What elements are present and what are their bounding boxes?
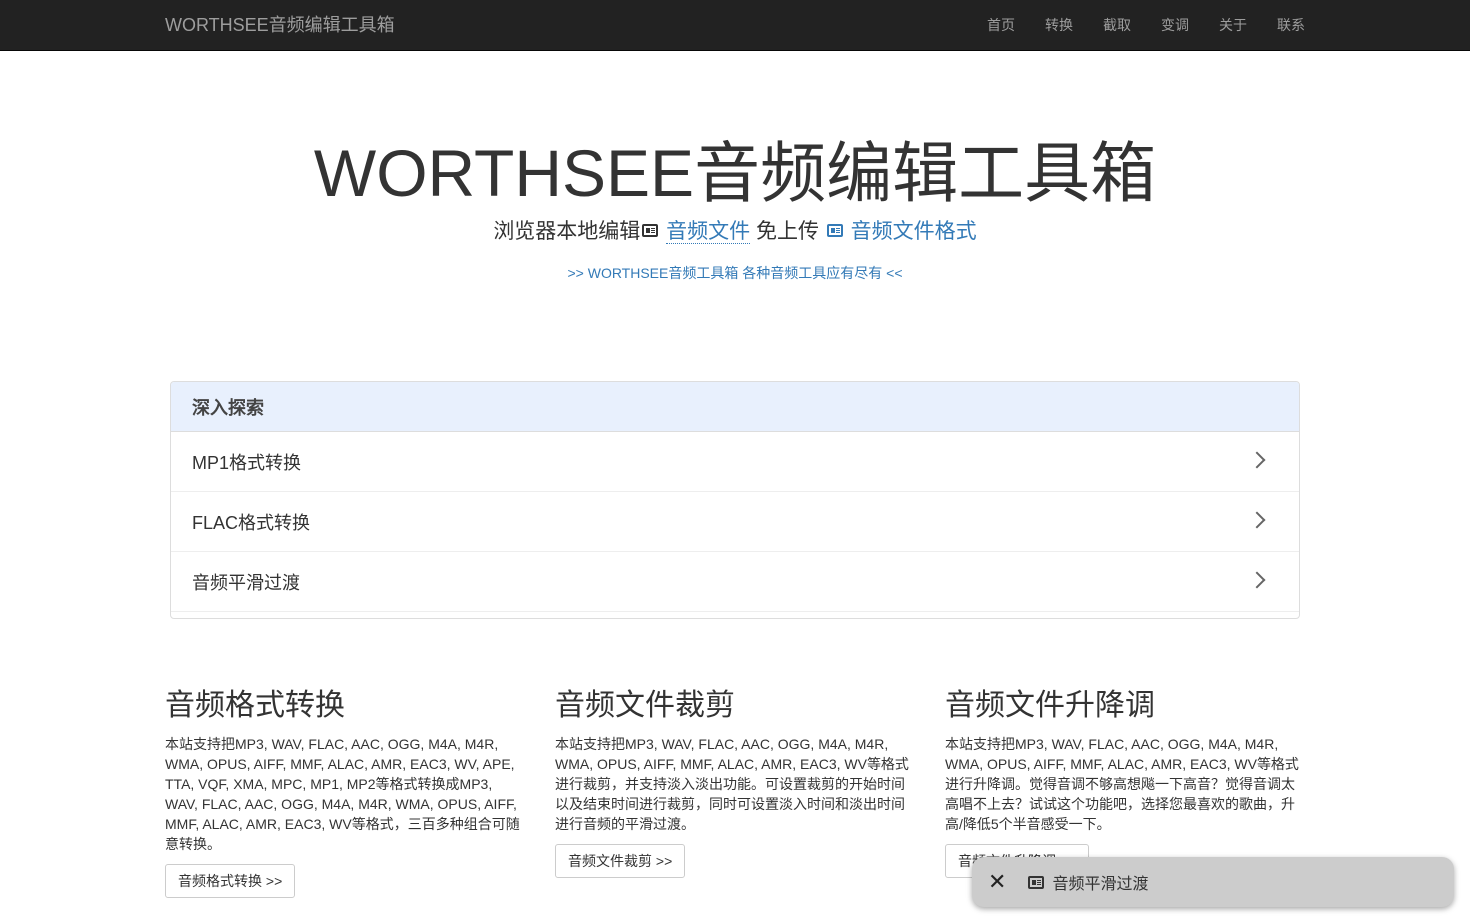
explore-item-label: 音频平滑过渡 xyxy=(192,572,300,593)
explore-panel-title: 深入探索 xyxy=(171,382,1299,432)
nav-link-about[interactable]: 关于 xyxy=(1219,15,1247,35)
feature-pitch-shift: 音频文件升降调 本站支持把MP3, WAV, FLAC, AAC, OGG, M… xyxy=(945,688,1305,878)
explore-item-mp1[interactable]: MP1格式转换 xyxy=(171,432,1299,492)
audio-format-link[interactable]: 音频文件格式 xyxy=(851,220,977,243)
navbar-brand[interactable]: WORTHSEE音频编辑工具箱 xyxy=(165,14,395,36)
feature-format-convert: 音频格式转换 本站支持把MP3, WAV, FLAC, AAC, OGG, M4… xyxy=(165,688,525,898)
audio-file-link[interactable]: 音频文件 xyxy=(666,220,751,244)
chevron-right-icon xyxy=(1248,511,1266,529)
nav-link-pitch[interactable]: 变调 xyxy=(1161,15,1189,35)
format-convert-button[interactable]: 音频格式转换 >> xyxy=(165,864,296,898)
explore-panel: 深入探索 MP1格式转换 FLAC格式转换 音频平滑过渡 xyxy=(170,381,1300,619)
feature-audio-cut: 音频文件裁剪 本站支持把MP3, WAV, FLAC, AAC, OGG, M4… xyxy=(555,688,915,878)
document-icon xyxy=(826,223,843,237)
feature-description: 本站支持把MP3, WAV, FLAC, AAC, OGG, M4A, M4R,… xyxy=(945,736,1299,832)
nav-link-contact[interactable]: 联系 xyxy=(1277,15,1305,35)
toast-notification[interactable]: ✕ 音频平滑过渡 xyxy=(972,857,1454,907)
nav-link-home[interactable]: 首页 xyxy=(987,15,1015,35)
feature-description: 本站支持把MP3, WAV, FLAC, AAC, OGG, M4A, M4R,… xyxy=(555,736,909,832)
top-navbar: WORTHSEE音频编辑工具箱 首页 转换 截取 变调 关于 联系 xyxy=(0,0,1470,51)
feature-title: 音频文件裁剪 xyxy=(555,689,735,722)
explore-item-label: MP1格式转换 xyxy=(192,452,302,473)
chevron-right-icon xyxy=(1248,451,1266,469)
document-icon xyxy=(642,223,659,237)
subtitle-middle: 免上传 xyxy=(750,220,825,243)
feature-title: 音频格式转换 xyxy=(165,689,345,722)
audio-cut-button[interactable]: 音频文件裁剪 >> xyxy=(555,844,686,878)
hero-subtitle: 浏览器本地编辑 音频文件 免上传 音频文件格式 xyxy=(0,216,1470,248)
nav-link-convert[interactable]: 转换 xyxy=(1045,15,1073,35)
document-icon xyxy=(1028,875,1045,889)
subtitle-prefix: 浏览器本地编辑 xyxy=(493,220,641,243)
feature-title: 音频文件升降调 xyxy=(945,689,1155,722)
explore-item-flac[interactable]: FLAC格式转换 xyxy=(171,492,1299,552)
chevron-right-icon xyxy=(1248,571,1266,589)
nav-links: 首页 转换 截取 变调 关于 联系 xyxy=(987,0,1305,50)
feature-description: 本站支持把MP3, WAV, FLAC, AAC, OGG, M4A, M4R,… xyxy=(165,736,520,852)
explore-item-crossfade[interactable]: 音频平滑过渡 xyxy=(171,552,1299,612)
close-icon[interactable]: ✕ xyxy=(988,871,1006,893)
page-title: WORTHSEE音频编辑工具箱 xyxy=(313,136,1157,210)
promo-link[interactable]: >> WORTHSEE音频工具箱 各种音频工具应有尽有 << xyxy=(0,263,1470,283)
nav-link-cut[interactable]: 截取 xyxy=(1103,15,1131,35)
explore-item-label: FLAC格式转换 xyxy=(192,512,311,533)
toast-label[interactable]: 音频平滑过渡 xyxy=(1052,870,1148,894)
